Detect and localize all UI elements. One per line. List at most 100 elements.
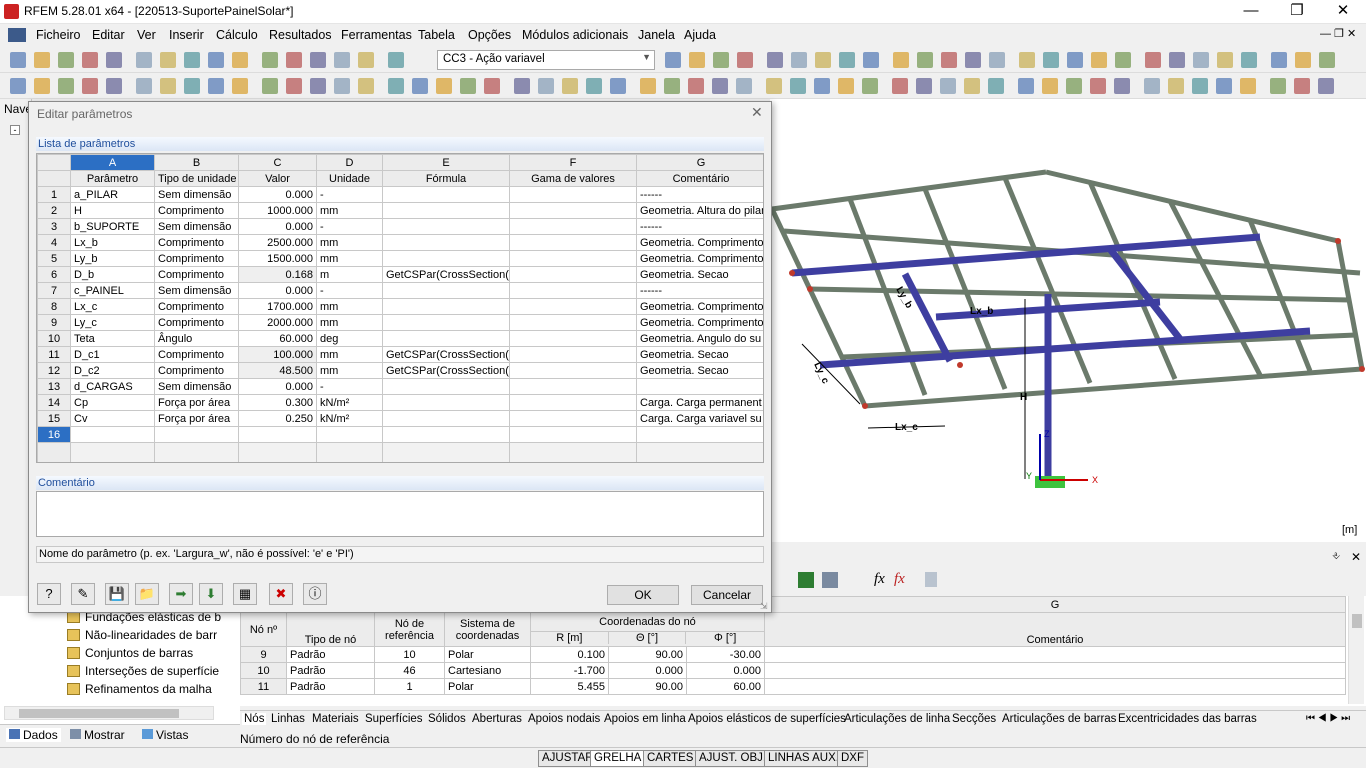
menu-janela[interactable]: Janela [638,28,675,42]
toolbar-icon[interactable] [262,52,278,68]
table-row[interactable]: 11 D_c1 Comprimento 100.000 mm GetCSPar(Cross… [37,346,763,363]
cell-unidade[interactable]: - [316,186,383,203]
cell-formula[interactable] [382,186,510,203]
toolbar-icon[interactable] [892,78,908,94]
cell-parametro[interactable]: D_b [70,266,155,283]
cell-theta[interactable]: 90.00 [608,646,687,663]
toolbar-icon[interactable] [862,78,878,94]
table-row[interactable]: 9 Padrão 10 Polar 0.100 90.00 -30.00 [240,646,1346,663]
cell-comment[interactable] [764,662,1346,679]
toolbar-icon[interactable] [286,78,302,94]
toolbar-icon[interactable] [1145,52,1161,68]
col-letter-b[interactable]: B [154,154,239,171]
toolbar-icon[interactable] [232,52,248,68]
toolbar-icon[interactable] [34,52,50,68]
col-letter-f[interactable]: F [509,154,637,171]
table-row[interactable]: 10 Padrão 46 Cartesiano -1.700 0.000 0.0… [240,662,1346,679]
scroll-thumb[interactable] [1352,614,1362,628]
cell-valor[interactable]: 0.000 [238,378,317,395]
toolbar-icon[interactable] [893,52,909,68]
cell-gama[interactable] [509,314,637,331]
cell-r[interactable]: 0.100 [530,646,609,663]
toolbar-icon[interactable] [989,52,1005,68]
toolbar-icon[interactable] [1168,78,1184,94]
toolbar-icon[interactable] [310,52,326,68]
tab-materiais[interactable]: Materiais [312,713,359,725]
toolbar-icon[interactable] [664,78,680,94]
toolbar-icon[interactable] [106,78,122,94]
excel-export-icon[interactable] [798,572,814,588]
menu-calculo[interactable]: Cálculo [216,28,258,42]
toolbar-icon[interactable] [160,52,176,68]
toolbar-icon[interactable] [1169,52,1185,68]
toolbar-icon[interactable] [814,78,830,94]
toolbar-icon[interactable] [1217,52,1233,68]
cell-comentario[interactable]: Geometria. Comprimento [636,298,763,315]
menu-opcoes[interactable]: Opções [468,28,511,42]
toolbar-icon[interactable] [665,52,681,68]
cell-formula[interactable] [382,234,510,251]
cell-comentario[interactable]: Geometria. Angulo do su [636,330,763,347]
table-row[interactable]: 16 [37,426,763,443]
cell-parametro[interactable]: Cv [70,410,155,427]
cell-unidade[interactable]: mm [316,314,383,331]
toolbar-icon[interactable] [136,52,152,68]
tab-linhas[interactable]: Linhas [271,713,305,725]
cell-valor[interactable]: 100.000 [238,346,317,363]
info-button[interactable]: ⓘ [303,583,327,605]
table-row[interactable]: 3 b_SUPORTE Sem dimensão 0.000- ------ [37,218,763,235]
cell-theta[interactable]: 0.000 [608,662,687,679]
cell-unidade[interactable] [316,426,383,443]
cell-valor[interactable]: 0.168 [238,266,317,283]
toolbar-icon[interactable] [1115,52,1131,68]
toolbar-icon[interactable] [1193,52,1209,68]
status-grelha[interactable]: GRELHA [590,750,646,767]
dialog-close-button[interactable]: ✕ [751,104,763,121]
status-ajustar[interactable]: AJUSTAR [538,750,598,767]
toolbar-icon[interactable] [916,78,932,94]
cell-valor[interactable]: 0.250 [238,410,317,427]
cell-parametro[interactable]: Ly_b [70,250,155,267]
cell-parametro[interactable]: D_c1 [70,346,155,363]
cell-tipo-unidade[interactable]: Ângulo [154,330,239,347]
cell-comentario[interactable]: Geometria. Comprimento [636,250,763,267]
toolbar-icon[interactable] [1271,52,1287,68]
toolbar-icon[interactable] [1294,78,1310,94]
formula-clear-icon[interactable]: fx [894,571,905,588]
cell-valor[interactable]: 0.300 [238,394,317,411]
cell-tipo[interactable]: Padrão [286,646,375,663]
col-letter-c[interactable]: C [238,154,317,171]
tab-nos[interactable]: Nós [242,713,267,725]
cell-unidade[interactable]: mm [316,250,383,267]
cell-sistema[interactable]: Polar [444,678,531,695]
cell-tipo-unidade[interactable]: Sem dimensão [154,282,239,299]
tab-apoios-linha[interactable]: Apoios em linha [604,713,686,725]
tab-excentricidades[interactable]: Excentricidades das barras [1118,713,1257,725]
cell-comentario[interactable]: Carga. Carga permanent [636,394,763,411]
toolbar-icon[interactable] [1066,78,1082,94]
cell-comentario[interactable]: Geometria. Secao [636,362,763,379]
cell-unidade[interactable]: - [316,218,383,235]
comment-textarea[interactable] [36,491,764,537]
toolbar-icon[interactable] [208,52,224,68]
cell-phi[interactable]: 0.000 [686,662,765,679]
status-dxf[interactable]: DXF [837,750,868,767]
toolbar-icon[interactable] [388,52,404,68]
cell-phi[interactable]: 60.00 [686,678,765,695]
cell-parametro[interactable]: Cp [70,394,155,411]
toolbar-icon[interactable] [964,78,980,94]
cell-formula[interactable]: GetCSPar(CrossSection( [382,346,510,363]
cell-formula[interactable] [382,250,510,267]
toolbar-icon[interactable] [334,52,350,68]
cell-comentario[interactable]: ------ [636,282,763,299]
cell-formula[interactable]: GetCSPar(CrossSection( [382,362,510,379]
cell-tipo-unidade[interactable]: Força por área [154,394,239,411]
cell-comentario[interactable]: Geometria. Secao [636,346,763,363]
toolbar-icon[interactable] [58,78,74,94]
menu-ajuda[interactable]: Ajuda [684,28,716,42]
col-letter-d[interactable]: D [316,154,383,171]
toolbar-icon[interactable] [863,52,879,68]
toolbar-icon[interactable] [514,78,530,94]
tab-vistas[interactable]: Vistas [142,728,188,742]
toolbar-icon[interactable] [160,78,176,94]
